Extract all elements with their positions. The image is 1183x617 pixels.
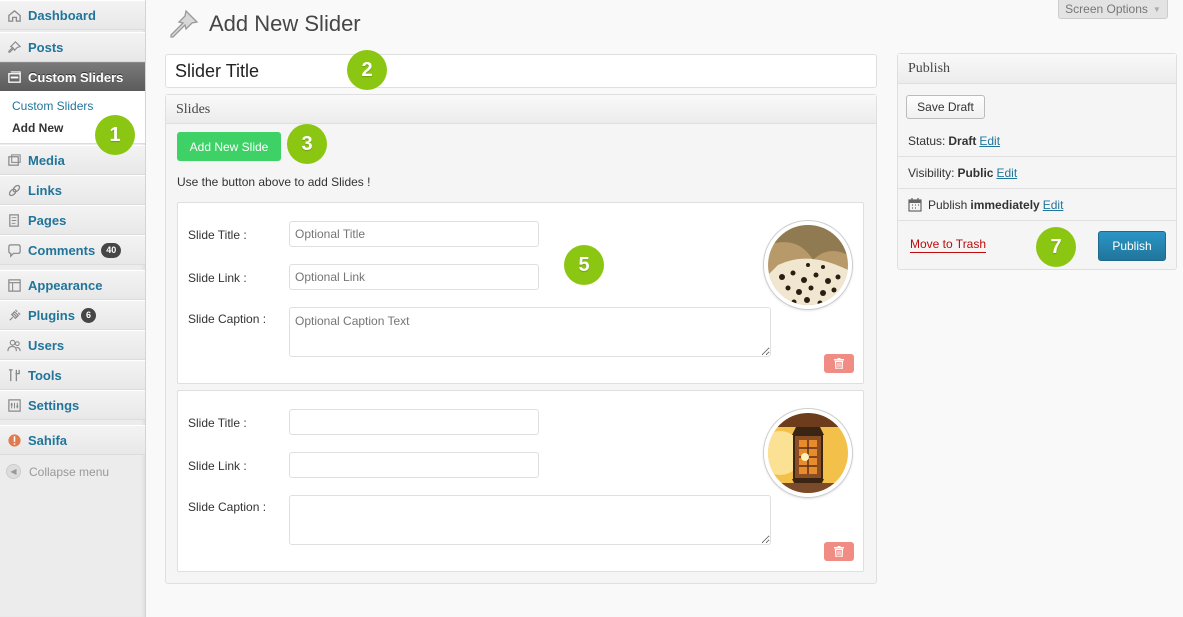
sidebar-item-label: Appearance — [28, 277, 103, 293]
caret-down-icon: ▼ — [1152, 4, 1161, 14]
sidebar-item-pages[interactable]: Pages — [0, 205, 145, 235]
collapse-menu-button[interactable]: ◀ Collapse menu — [6, 464, 109, 479]
slide-link-label: Slide Link : — [188, 459, 247, 473]
step-marker: 1 — [95, 115, 135, 155]
status-value: Draft — [948, 133, 977, 148]
publish-visibility-row: Visibility: Public Edit — [898, 157, 1176, 189]
sidebar-item-label: Settings — [28, 397, 80, 413]
publish-time-value: immediately — [970, 197, 1040, 212]
slides-box-heading: Slides — [166, 95, 876, 124]
links-icon — [6, 182, 22, 198]
plugins-icon — [6, 307, 22, 323]
sidebar-item-users[interactable]: Users — [0, 330, 145, 360]
slide-caption-textarea[interactable] — [289, 495, 771, 545]
slide-title-label: Slide Title : — [188, 228, 247, 242]
sidebar-item-label: Dashboard — [28, 7, 96, 23]
sidebar-item-custom-sliders[interactable]: Custom Sliders — [0, 62, 145, 92]
edit-publish-time-link[interactable]: Edit — [1043, 198, 1064, 212]
slide-card: Slide Title : Slide Link : Slide Caption… — [177, 390, 864, 572]
slides-box: Slides Add New Slide Use the button abov… — [165, 94, 877, 584]
visibility-value: Public — [957, 165, 994, 180]
page-title: Add New Slider — [209, 11, 361, 36]
edit-status-link[interactable]: Edit — [979, 134, 1000, 148]
slide-thumbnail-cheetah[interactable] — [764, 221, 852, 309]
slides-hint-text: Use the button above to add Slides ! — [177, 175, 371, 189]
step-marker: 5 — [564, 245, 604, 285]
slide-title-input[interactable] — [289, 221, 539, 247]
sidebar-item-label: Links — [28, 182, 62, 198]
status-label: Status: — [908, 133, 946, 148]
comments-count-badge: 40 — [101, 242, 122, 258]
add-new-slide-button[interactable]: Add New Slide — [177, 132, 281, 161]
sidebar-item-dashboard[interactable]: Dashboard — [0, 0, 145, 30]
sidebar-item-plugins[interactable]: Plugins 6 — [0, 300, 145, 330]
plugins-count-badge: 6 — [80, 307, 96, 323]
slide-link-input[interactable] — [289, 452, 539, 478]
step-marker: 3 — [287, 124, 327, 164]
sidebar-item-label: Pages — [28, 212, 67, 228]
sidebar-item-label: Comments — [28, 242, 96, 258]
sidebar-item-tools[interactable]: Tools — [0, 360, 145, 390]
slide-card: Slide Title : Slide Link : Slide Caption… — [177, 202, 864, 384]
slider-title-input[interactable] — [165, 54, 877, 88]
slide-link-label: Slide Link : — [188, 271, 247, 285]
appearance-icon — [6, 277, 22, 293]
publish-schedule-row: Publish immediately Edit — [898, 189, 1176, 221]
publish-box-heading: Publish — [898, 54, 1176, 84]
slide-title-label: Slide Title : — [188, 416, 247, 430]
calendar-icon — [908, 198, 922, 212]
sidebar-item-label: Custom Sliders — [28, 69, 124, 85]
delete-slide-button[interactable] — [824, 542, 854, 561]
slide-caption-label: Slide Caption : — [188, 312, 267, 326]
sliders-icon — [6, 69, 22, 85]
delete-slide-button[interactable] — [824, 354, 854, 373]
collapse-menu-label: Collapse menu — [29, 464, 110, 479]
sidebar-item-sahifa[interactable]: Sahifa — [0, 425, 145, 455]
sidebar-item-settings[interactable]: Settings — [0, 390, 145, 420]
pushpin-icon — [168, 8, 200, 40]
screen-options-label: Screen Options — [1065, 2, 1148, 16]
sidebar-item-label: Posts — [28, 39, 64, 55]
save-draft-button[interactable]: Save Draft — [906, 95, 985, 119]
users-icon — [6, 337, 22, 353]
step-marker: 7 — [1036, 227, 1076, 267]
publish-status-row: Status: Draft Edit — [898, 125, 1176, 157]
sidebar-item-comments[interactable]: Comments 40 — [0, 235, 145, 265]
slide-thumbnail-lantern[interactable] — [764, 409, 852, 497]
comments-icon — [6, 242, 22, 258]
move-to-trash-link[interactable]: Move to Trash — [910, 237, 987, 253]
media-icon — [6, 152, 22, 168]
sidebar-item-links[interactable]: Links — [0, 175, 145, 205]
tools-icon — [6, 367, 22, 383]
visibility-label: Visibility: — [908, 165, 955, 180]
sidebar-item-label: Sahifa — [28, 432, 68, 448]
dashboard-icon — [6, 7, 22, 23]
edit-visibility-link[interactable]: Edit — [996, 166, 1017, 180]
admin-sidebar: Dashboard Posts Custom Sliders Custom Sl… — [0, 0, 146, 617]
trash-icon — [834, 546, 844, 557]
publish-time-label: Publish — [928, 197, 968, 212]
slide-caption-label: Slide Caption : — [188, 500, 267, 514]
sidebar-item-appearance[interactable]: Appearance — [0, 270, 145, 300]
slide-link-input[interactable] — [289, 264, 539, 290]
sidebar-item-posts[interactable]: Posts — [0, 32, 145, 62]
trash-icon — [834, 358, 844, 369]
sidebar-item-label: Users — [28, 337, 65, 353]
sidebar-item-label: Tools — [28, 367, 62, 383]
pushpin-icon — [6, 39, 22, 55]
step-marker: 2 — [347, 50, 387, 90]
settings-icon — [6, 397, 22, 413]
slide-title-input[interactable] — [289, 409, 539, 435]
sahifa-icon — [6, 432, 22, 448]
submenu-add-new[interactable]: Add New — [12, 121, 63, 135]
submenu-custom-sliders[interactable]: Custom Sliders — [12, 99, 93, 113]
slide-caption-textarea[interactable] — [289, 307, 771, 357]
sidebar-item-label: Plugins — [28, 307, 75, 323]
pages-icon — [6, 212, 22, 228]
sidebar-item-label: Media — [28, 152, 65, 168]
collapse-arrow-icon: ◀ — [6, 464, 21, 479]
screen-options-button[interactable]: Screen Options ▼ — [1058, 0, 1168, 19]
publish-button[interactable]: Publish — [1098, 231, 1166, 261]
